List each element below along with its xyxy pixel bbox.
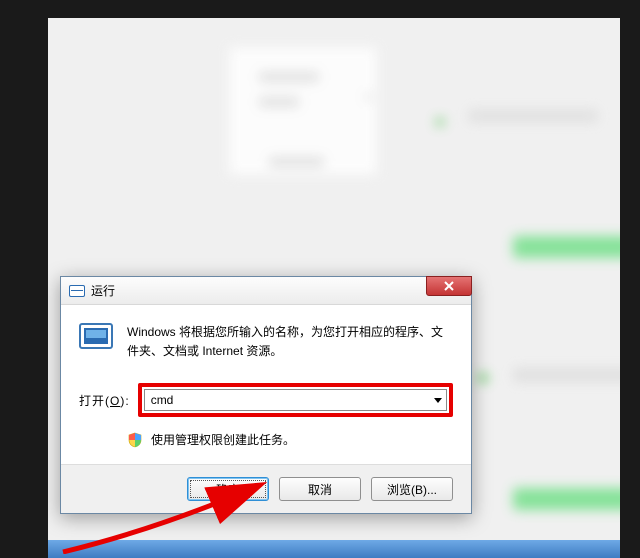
dialog-title: 运行	[91, 282, 115, 299]
taskbar	[48, 540, 620, 558]
uac-shield-icon	[127, 432, 143, 448]
run-dialog: 运行 Windows 将根据您所输入的名称，为您打开相应的程序、文件夹、文档或 …	[60, 276, 472, 514]
bg-panel	[228, 46, 378, 176]
uac-text: 使用管理权限创建此任务。	[151, 431, 295, 448]
close-button[interactable]	[426, 276, 472, 296]
open-label: 打开(O):	[79, 392, 130, 409]
browse-button[interactable]: 浏览(B)...	[371, 477, 453, 501]
dialog-description: Windows 将根据您所输入的名称，为您打开相应的程序、文件夹、文档或 Int…	[127, 323, 453, 361]
run-icon	[79, 323, 113, 349]
close-icon	[443, 280, 455, 292]
chevron-down-icon	[434, 398, 442, 403]
cancel-button[interactable]: 取消	[279, 477, 361, 501]
dropdown-button[interactable]	[430, 390, 446, 410]
dialog-body: Windows 将根据您所输入的名称，为您打开相应的程序、文件夹、文档或 Int…	[61, 305, 471, 464]
ok-button[interactable]: 确定	[187, 477, 269, 501]
open-field-highlight	[138, 383, 453, 417]
open-input[interactable]	[145, 393, 430, 407]
open-combobox[interactable]	[144, 389, 447, 411]
button-bar: 确定 取消 浏览(B)...	[61, 464, 471, 513]
titlebar[interactable]: 运行	[61, 277, 471, 305]
desktop-area: 运行 Windows 将根据您所输入的名称，为您打开相应的程序、文件夹、文档或 …	[48, 18, 620, 558]
run-titlebar-icon	[69, 285, 85, 297]
